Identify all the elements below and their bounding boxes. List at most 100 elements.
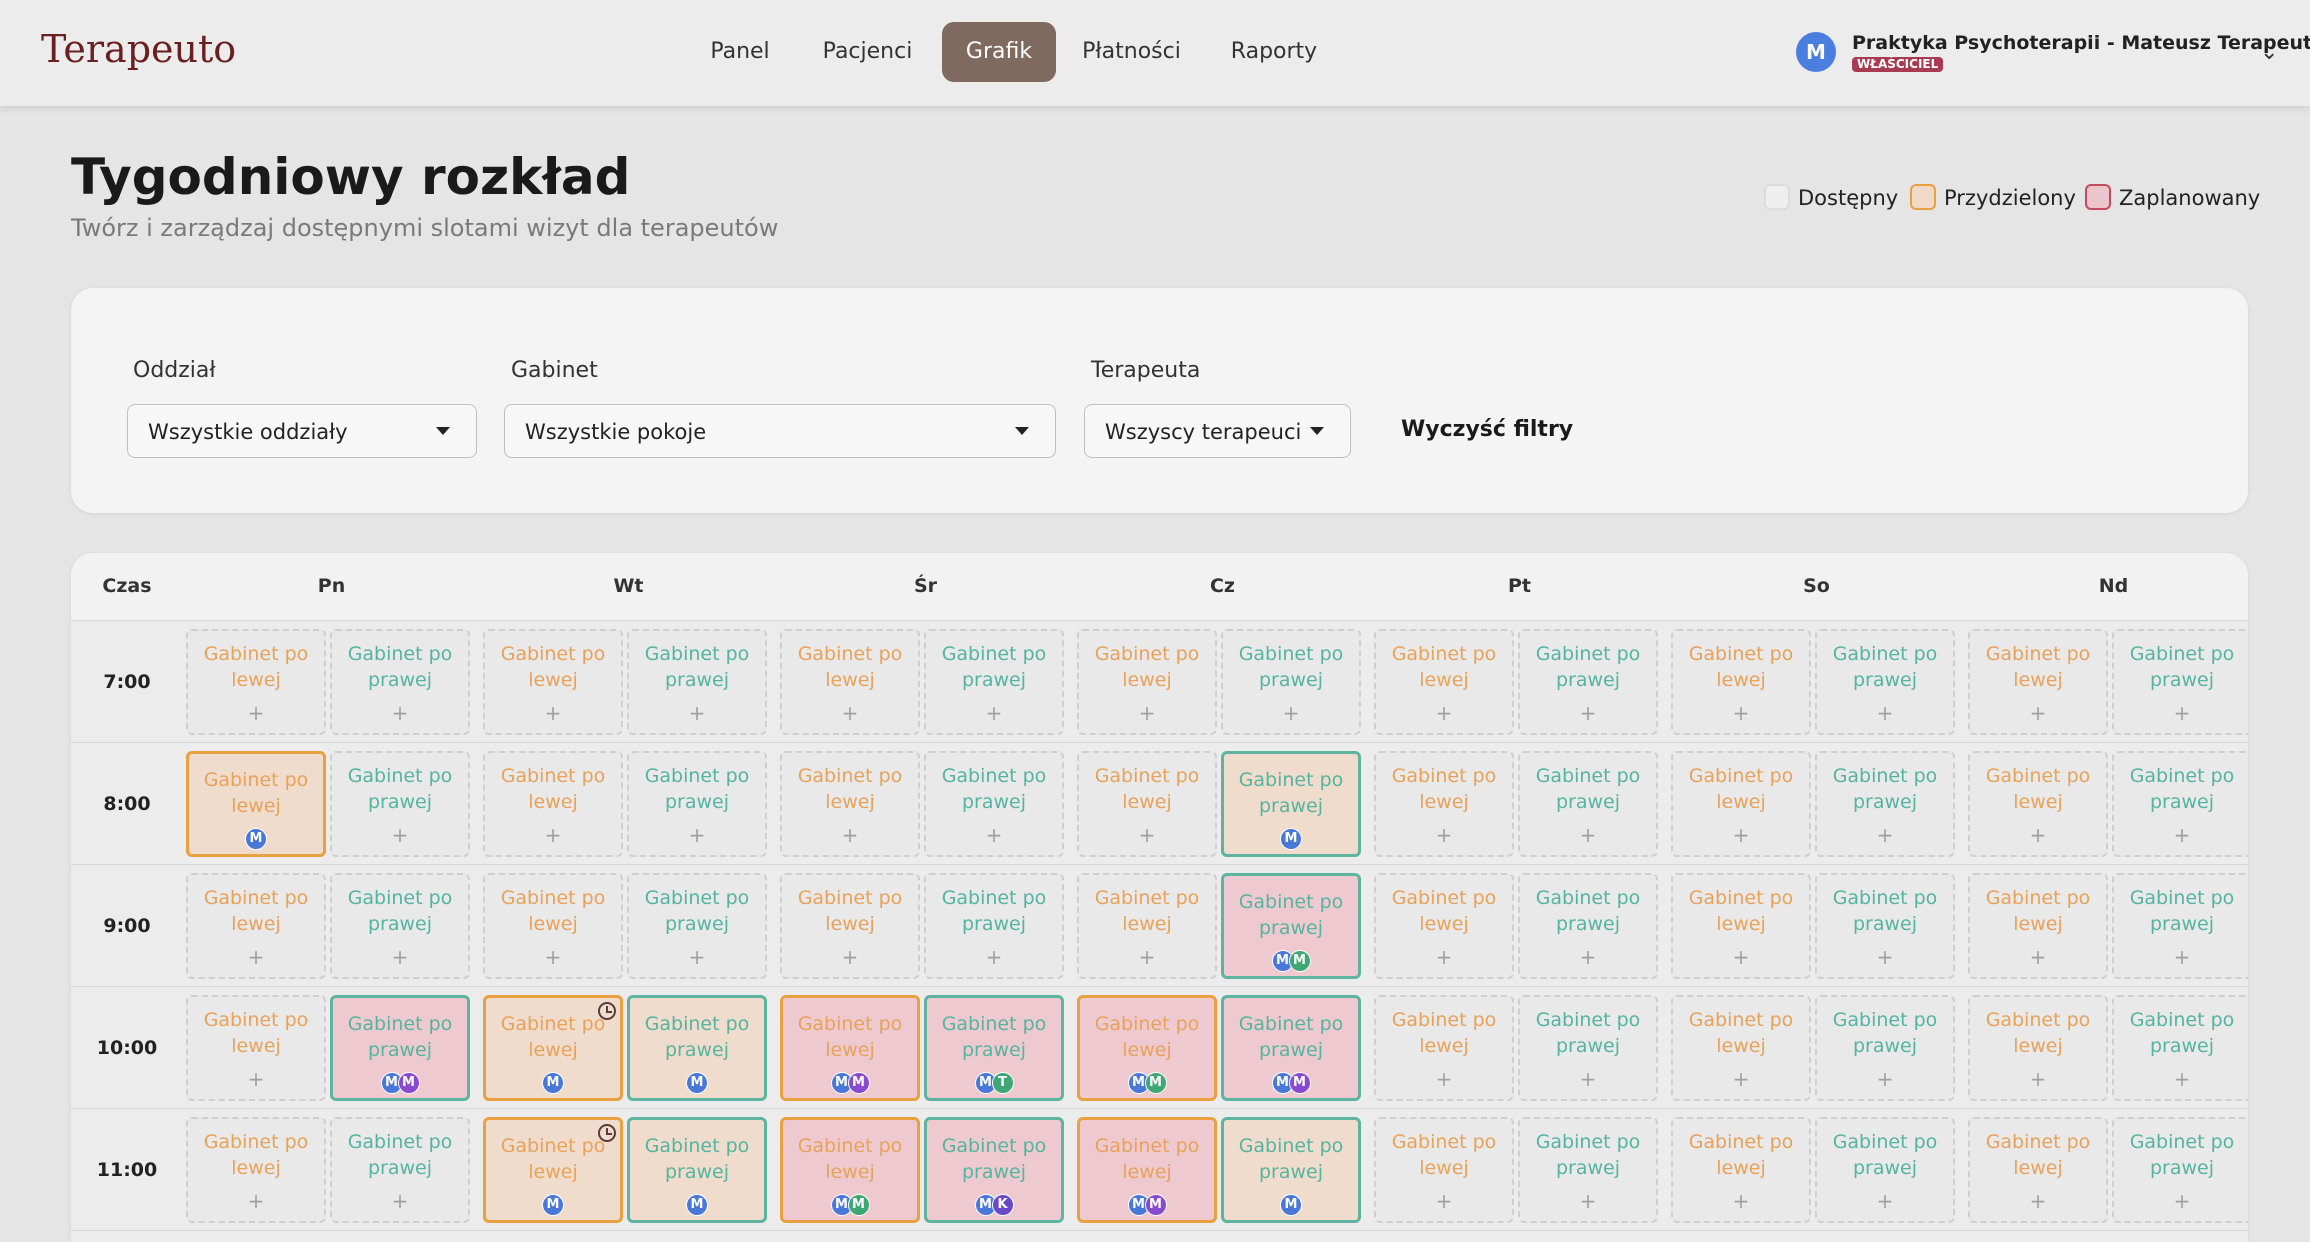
schedule-slot-right[interactable]: Gabinet po prawej + — [627, 629, 767, 735]
add-slot-icon[interactable]: + — [1673, 945, 1809, 969]
add-slot-icon[interactable]: + — [1817, 1067, 1953, 1091]
schedule-slot-right[interactable]: Gabinet po prawej M T — [924, 995, 1064, 1101]
add-slot-icon[interactable]: + — [332, 701, 468, 725]
schedule-slot-left[interactable]: Gabinet po lewej M M — [1077, 1117, 1217, 1223]
add-slot-icon[interactable]: + — [1520, 823, 1656, 847]
add-slot-icon[interactable]: + — [782, 701, 918, 725]
schedule-slot-left[interactable]: Gabinet po lewej M — [186, 751, 326, 857]
schedule-slot-left[interactable]: Gabinet po lewej + — [1671, 1117, 1811, 1223]
schedule-slot-right[interactable]: Gabinet po prawej M — [627, 995, 767, 1101]
schedule-slot-left[interactable]: Gabinet po lewej + — [483, 629, 623, 735]
schedule-slot-right[interactable]: Gabinet po prawej + — [924, 751, 1064, 857]
schedule-slot-left[interactable]: Gabinet po lewej + — [1374, 1117, 1514, 1223]
brand-logo[interactable]: Terapeuto — [41, 27, 236, 71]
schedule-slot-left[interactable]: Gabinet po lewej M — [483, 1117, 623, 1223]
add-slot-icon[interactable]: + — [485, 823, 621, 847]
add-slot-icon[interactable]: + — [1673, 823, 1809, 847]
schedule-slot-right[interactable]: Gabinet po prawej + — [1518, 751, 1658, 857]
nav-raporty[interactable]: Raporty — [1210, 22, 1338, 82]
add-slot-icon[interactable]: + — [926, 945, 1062, 969]
add-slot-icon[interactable]: + — [1817, 945, 1953, 969]
add-slot-icon[interactable]: + — [1223, 701, 1359, 725]
schedule-slot-right[interactable]: Gabinet po prawej + — [2112, 873, 2248, 979]
schedule-slot-right[interactable]: Gabinet po prawej M M — [330, 995, 470, 1101]
avatar[interactable]: M — [1796, 32, 1836, 72]
add-slot-icon[interactable]: + — [2114, 945, 2248, 969]
room-select[interactable]: Wszystkie pokoje — [504, 404, 1056, 458]
schedule-slot-right[interactable]: Gabinet po prawej + — [2112, 751, 2248, 857]
add-slot-icon[interactable]: + — [332, 823, 468, 847]
chevron-down-icon[interactable]: ⌄ — [2260, 40, 2278, 65]
add-slot-icon[interactable]: + — [1970, 701, 2106, 725]
schedule-slot-right[interactable]: Gabinet po prawej + — [1518, 629, 1658, 735]
add-slot-icon[interactable]: + — [1376, 945, 1512, 969]
schedule-slot-left[interactable]: Gabinet po lewej + — [780, 873, 920, 979]
add-slot-icon[interactable]: + — [2114, 701, 2248, 725]
schedule-slot-left[interactable]: Gabinet po lewej + — [1968, 995, 2108, 1101]
schedule-slot-right[interactable]: Gabinet po prawej + — [1815, 751, 1955, 857]
nav-grafik[interactable]: Grafik — [942, 22, 1056, 82]
schedule-slot-left[interactable]: Gabinet po lewej + — [1374, 995, 1514, 1101]
add-slot-icon[interactable]: + — [782, 945, 918, 969]
nav-pacjenci[interactable]: Pacjenci — [805, 22, 930, 82]
schedule-slot-right[interactable]: Gabinet po prawej + — [2112, 995, 2248, 1101]
schedule-slot-right[interactable]: Gabinet po prawej M — [1221, 751, 1361, 857]
schedule-slot-left[interactable]: Gabinet po lewej + — [1374, 629, 1514, 735]
schedule-slot-left[interactable]: Gabinet po lewej + — [780, 751, 920, 857]
add-slot-icon[interactable]: + — [188, 1067, 324, 1091]
schedule-slot-left[interactable]: Gabinet po lewej + — [1968, 629, 2108, 735]
schedule-slot-right[interactable]: Gabinet po prawej + — [2112, 1117, 2248, 1223]
schedule-slot-left[interactable]: Gabinet po lewej + — [1374, 873, 1514, 979]
add-slot-icon[interactable]: + — [2114, 1189, 2248, 1213]
schedule-slot-left[interactable]: Gabinet po lewej + — [1671, 629, 1811, 735]
schedule-slot-right[interactable]: Gabinet po prawej + — [1518, 873, 1658, 979]
schedule-slot-left[interactable]: Gabinet po lewej + — [186, 1117, 326, 1223]
add-slot-icon[interactable]: + — [1673, 701, 1809, 725]
schedule-slot-right[interactable]: Gabinet po prawej + — [627, 873, 767, 979]
add-slot-icon[interactable]: + — [1376, 701, 1512, 725]
schedule-slot-left[interactable]: Gabinet po lewej + — [1077, 751, 1217, 857]
add-slot-icon[interactable]: + — [1079, 701, 1215, 725]
schedule-slot-right[interactable]: Gabinet po prawej + — [330, 629, 470, 735]
add-slot-icon[interactable]: + — [188, 701, 324, 725]
schedule-slot-left[interactable]: Gabinet po lewej + — [1968, 1117, 2108, 1223]
add-slot-icon[interactable]: + — [1673, 1067, 1809, 1091]
schedule-slot-left[interactable]: Gabinet po lewej M M — [780, 995, 920, 1101]
add-slot-icon[interactable]: + — [926, 701, 1062, 725]
add-slot-icon[interactable]: + — [1817, 701, 1953, 725]
add-slot-icon[interactable]: + — [1817, 823, 1953, 847]
schedule-slot-right[interactable]: Gabinet po prawej + — [627, 751, 767, 857]
schedule-slot-left[interactable]: Gabinet po lewej + — [1077, 629, 1217, 735]
add-slot-icon[interactable]: + — [629, 823, 765, 847]
add-slot-icon[interactable]: + — [629, 701, 765, 725]
add-slot-icon[interactable]: + — [1079, 823, 1215, 847]
schedule-slot-left[interactable]: Gabinet po lewej + — [1671, 995, 1811, 1101]
schedule-slot-left[interactable]: Gabinet po lewej + — [186, 873, 326, 979]
nav-panel[interactable]: Panel — [690, 22, 790, 82]
schedule-slot-left[interactable]: Gabinet po lewej + — [483, 873, 623, 979]
add-slot-icon[interactable]: + — [1970, 945, 2106, 969]
schedule-slot-left[interactable]: Gabinet po lewej + — [1968, 873, 2108, 979]
schedule-slot-right[interactable]: Gabinet po prawej M — [1221, 1117, 1361, 1223]
therapist-select[interactable]: Wszyscy terapeuci — [1084, 404, 1351, 458]
schedule-slot-right[interactable]: Gabinet po prawej M M — [1221, 995, 1361, 1101]
branch-select[interactable]: Wszystkie oddziały — [127, 404, 477, 458]
add-slot-icon[interactable]: + — [1970, 823, 2106, 847]
schedule-slot-left[interactable]: Gabinet po lewej + — [1374, 751, 1514, 857]
schedule-slot-right[interactable]: Gabinet po prawej + — [1518, 995, 1658, 1101]
schedule-slot-left[interactable]: Gabinet po lewej M M — [780, 1117, 920, 1223]
add-slot-icon[interactable]: + — [485, 945, 621, 969]
add-slot-icon[interactable]: + — [485, 701, 621, 725]
schedule-slot-right[interactable]: Gabinet po prawej + — [1221, 629, 1361, 735]
add-slot-icon[interactable]: + — [629, 945, 765, 969]
schedule-slot-right[interactable]: Gabinet po prawej + — [1815, 1117, 1955, 1223]
add-slot-icon[interactable]: + — [188, 945, 324, 969]
schedule-slot-left[interactable]: Gabinet po lewej + — [1968, 751, 2108, 857]
add-slot-icon[interactable]: + — [332, 1189, 468, 1213]
schedule-slot-right[interactable]: Gabinet po prawej + — [924, 873, 1064, 979]
add-slot-icon[interactable]: + — [926, 823, 1062, 847]
add-slot-icon[interactable]: + — [1079, 945, 1215, 969]
add-slot-icon[interactable]: + — [2114, 823, 2248, 847]
schedule-slot-right[interactable]: Gabinet po prawej M K — [924, 1117, 1064, 1223]
schedule-slot-right[interactable]: Gabinet po prawej + — [330, 1117, 470, 1223]
